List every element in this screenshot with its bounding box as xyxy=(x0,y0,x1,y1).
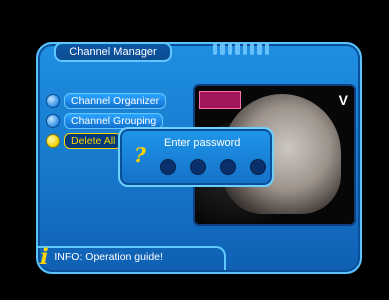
channel-logo-badge xyxy=(199,91,241,109)
question-mark-icon: ? xyxy=(131,143,149,167)
bullet-icon xyxy=(46,134,60,148)
pin-dot xyxy=(220,159,236,175)
stripe xyxy=(257,43,262,55)
bullet-icon xyxy=(46,114,60,128)
page-title: Channel Manager xyxy=(54,42,172,62)
password-dialog: ? Enter password xyxy=(118,127,274,187)
stripe xyxy=(249,43,255,55)
menu-item-label: Delete All xyxy=(64,133,123,149)
menu-item-delete-all[interactable]: Delete All xyxy=(46,133,123,149)
info-icon: i xyxy=(37,244,52,270)
decorative-stripes xyxy=(213,43,269,55)
stripe xyxy=(220,43,225,55)
pin-dot xyxy=(190,159,206,175)
menu-item-channel-grouping[interactable]: Channel Grouping xyxy=(46,113,164,129)
info-bar: i INFO: Operation guide! xyxy=(37,244,190,270)
pin-input[interactable] xyxy=(160,159,266,175)
menu-item-label: Channel Organizer xyxy=(64,93,167,109)
stripe xyxy=(213,43,218,55)
menu-item-channel-organizer[interactable]: Channel Organizer xyxy=(46,93,167,109)
info-text: INFO: Operation guide! xyxy=(54,251,163,263)
channel-logo: V xyxy=(338,92,348,108)
pin-dot xyxy=(250,159,266,175)
dialog-title: Enter password xyxy=(164,137,241,149)
stripe xyxy=(264,43,269,55)
pin-dot xyxy=(160,159,176,175)
bullet-icon xyxy=(46,94,60,108)
stripe xyxy=(235,43,240,55)
stripe xyxy=(242,43,247,55)
stripe xyxy=(227,43,233,55)
